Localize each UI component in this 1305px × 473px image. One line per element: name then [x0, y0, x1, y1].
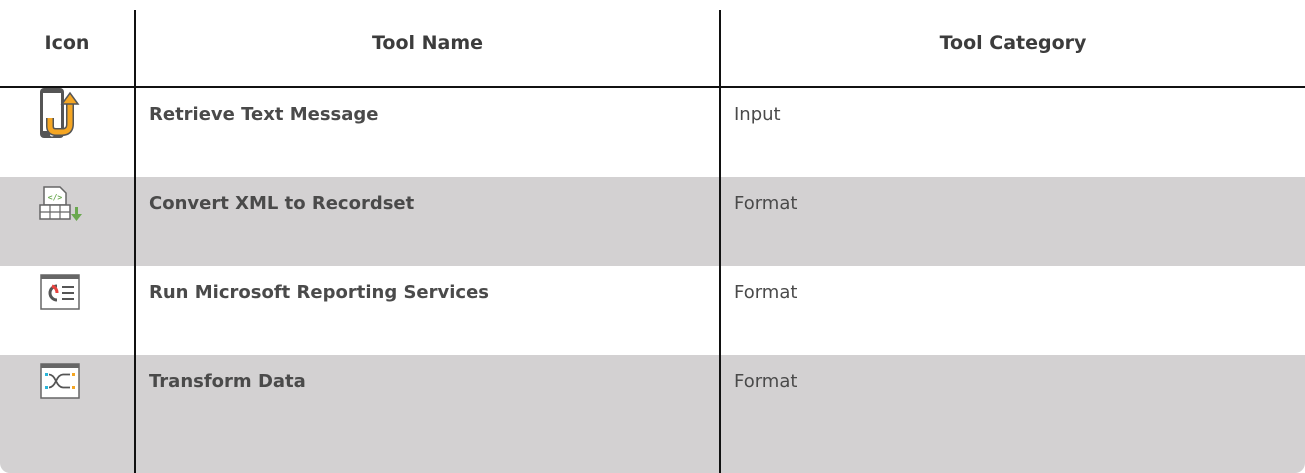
- tool-name: Run Microsoft Reporting Services: [149, 282, 490, 303]
- table-header: Icon Tool Name Tool Category: [0, 0, 1305, 86]
- tool-category: Format: [734, 282, 798, 303]
- table-row: Run Microsoft Reporting Services Format: [0, 266, 1305, 355]
- tool-category: Format: [734, 371, 798, 392]
- header-tool-category: Tool Category: [939, 32, 1087, 54]
- tool-name: Transform Data: [149, 371, 306, 392]
- column-divider: [719, 10, 721, 473]
- column-divider: [134, 10, 136, 473]
- tool-category: Input: [734, 104, 781, 125]
- svg-text:</>: </>: [48, 193, 63, 202]
- tools-table: Icon Tool Name Tool Category Retrieve Te…: [0, 0, 1305, 473]
- header-icon: Icon: [44, 32, 90, 54]
- transform-data-icon: [40, 363, 80, 407]
- table-row: </> Convert XML to Recordset Format: [0, 177, 1305, 266]
- tool-name: Convert XML to Recordset: [149, 193, 415, 214]
- header-divider: [0, 86, 1305, 88]
- tool-name: Retrieve Text Message: [149, 104, 379, 125]
- reporting-services-icon: [40, 274, 80, 318]
- table-row: Retrieve Text Message Input: [0, 88, 1305, 177]
- xml-recordset-icon: </>: [38, 183, 82, 227]
- header-tool-name: Tool Name: [371, 32, 484, 54]
- phone-retrieve-icon: [38, 86, 80, 138]
- table-row: Transform Data Format: [0, 355, 1305, 473]
- tool-category: Format: [734, 193, 798, 214]
